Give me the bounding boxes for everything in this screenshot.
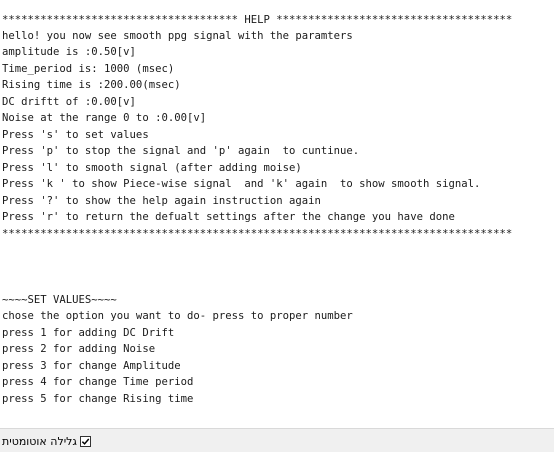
serial-monitor-window: ************************************* HE… (0, 0, 554, 452)
console-line: Time_period is: 1000 (msec) (2, 63, 175, 75)
console-line: chose the option you want to do- press t… (2, 310, 353, 322)
autoscroll-label: גלילה אוטומטית (2, 434, 77, 448)
console-line: Rising time is :200.00(msec) (2, 79, 181, 91)
console-line: amplitude is :0.50[v] (2, 46, 136, 58)
console-line: press 5 for change Rising time (2, 393, 194, 405)
console-line: DC driftt of :0.00[v] (2, 96, 136, 108)
console-line: Press 's' to set values (2, 129, 149, 141)
console-line: Press 'k ' to show Piece-wise signal and… (2, 178, 481, 190)
console-line: press 1 for adding DC Drift (2, 327, 175, 339)
autoscroll-checkbox[interactable] (79, 435, 91, 447)
console-output[interactable]: ************************************* HE… (0, 0, 554, 428)
console-line: Press '?' to show the help again instruc… (2, 195, 321, 207)
console-line: Press 'l' to smooth signal (after adding… (2, 162, 302, 174)
status-bar: גלילה אוטומטית (0, 428, 554, 452)
console-line: press 4 for change Time period (2, 376, 194, 388)
console-line-set-values-header: ~~~~SET VALUES~~~~ (2, 294, 117, 306)
console-line: hello! you now see smooth ppg signal wit… (2, 30, 353, 42)
check-icon (81, 438, 90, 445)
console-line-help-footer: ****************************************… (2, 228, 513, 240)
console-line: Noise at the range 0 to :0.00[v] (2, 112, 207, 124)
console-line: Press 'r' to return the defualt settings… (2, 211, 455, 223)
console-line: press 3 for change Amplitude (2, 360, 181, 372)
console-line: press 2 for adding Noise (2, 343, 156, 355)
console-line-help-header: ************************************* HE… (2, 14, 513, 26)
autoscroll-toggle[interactable]: גלילה אוטומטית (2, 434, 91, 448)
console-line: Press 'p' to stop the signal and 'p' aga… (2, 145, 360, 157)
